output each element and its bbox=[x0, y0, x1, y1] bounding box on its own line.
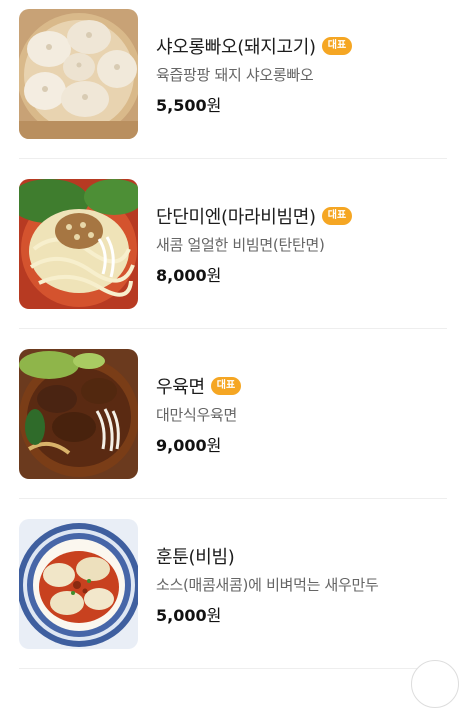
price-value: 8,000 bbox=[156, 266, 207, 285]
divider bbox=[19, 498, 447, 499]
menu-item-name: 샤오롱빠오(돼지고기) bbox=[156, 37, 316, 58]
scroll-to-top-button[interactable] bbox=[411, 660, 459, 708]
menu-item-name-row: 훈툰(비빔) bbox=[156, 544, 235, 568]
menu-item-price: 9,000원 bbox=[156, 432, 221, 456]
menu-item-name: 단단미엔(마라비빔면) bbox=[156, 207, 316, 228]
signature-badge: 대표 bbox=[321, 37, 353, 55]
menu-item-description: 육즙팡팡 돼지 샤오롱빠오 bbox=[156, 66, 314, 84]
price-currency: 원 bbox=[206, 266, 222, 285]
beef-noodle-soup-photo bbox=[19, 349, 138, 479]
price-currency: 원 bbox=[206, 436, 222, 455]
menu-item-price: 8,000원 bbox=[156, 262, 221, 286]
menu-item-price: 5,000원 bbox=[156, 602, 221, 626]
menu-item-name: 훈툰(비빔) bbox=[156, 547, 235, 568]
divider bbox=[19, 668, 447, 669]
signature-badge: 대표 bbox=[321, 207, 353, 225]
menu-item-description: 대만식우육면 bbox=[156, 406, 238, 424]
menu-item-description: 소스(매콤새콤)에 비벼먹는 새우만두 bbox=[156, 576, 379, 594]
menu-item-beef-noodle-soup[interactable]: 우육면 대표 대만식우육면 9,000원 bbox=[0, 340, 466, 510]
divider bbox=[19, 158, 447, 159]
price-currency: 원 bbox=[206, 606, 222, 625]
price-value: 5,000 bbox=[156, 606, 207, 625]
price-value: 9,000 bbox=[156, 436, 207, 455]
menu-item-xiaolongbao[interactable]: 샤오롱빠오(돼지고기) 대표 육즙팡팡 돼지 샤오롱빠오 5,500원 bbox=[0, 0, 466, 170]
menu-item-name-row: 단단미엔(마라비빔면) 대표 bbox=[156, 204, 353, 228]
dandan-noodles-photo bbox=[19, 179, 138, 309]
signature-badge: 대표 bbox=[210, 377, 242, 395]
menu-item-dandan-noodles[interactable]: 단단미엔(마라비빔면) 대표 새콤 얼얼한 비빔면(탄탄면) 8,000원 bbox=[0, 170, 466, 340]
price-currency: 원 bbox=[206, 96, 222, 115]
menu-item-price: 5,500원 bbox=[156, 92, 221, 116]
xiaolongbao-photo bbox=[19, 9, 138, 139]
menu-item-name-row: 샤오롱빠오(돼지고기) 대표 bbox=[156, 34, 353, 58]
menu-item-wonton[interactable]: 훈툰(비빔) 소스(매콤새콤)에 비벼먹는 새우만두 5,000원 bbox=[0, 510, 466, 680]
wonton-photo bbox=[19, 519, 138, 649]
price-value: 5,500 bbox=[156, 96, 207, 115]
menu-item-description: 새콤 얼얼한 비빔면(탄탄면) bbox=[156, 236, 325, 254]
menu-item-name: 우육면 bbox=[156, 377, 205, 398]
divider bbox=[19, 328, 447, 329]
menu-item-name-row: 우육면 대표 bbox=[156, 374, 242, 398]
